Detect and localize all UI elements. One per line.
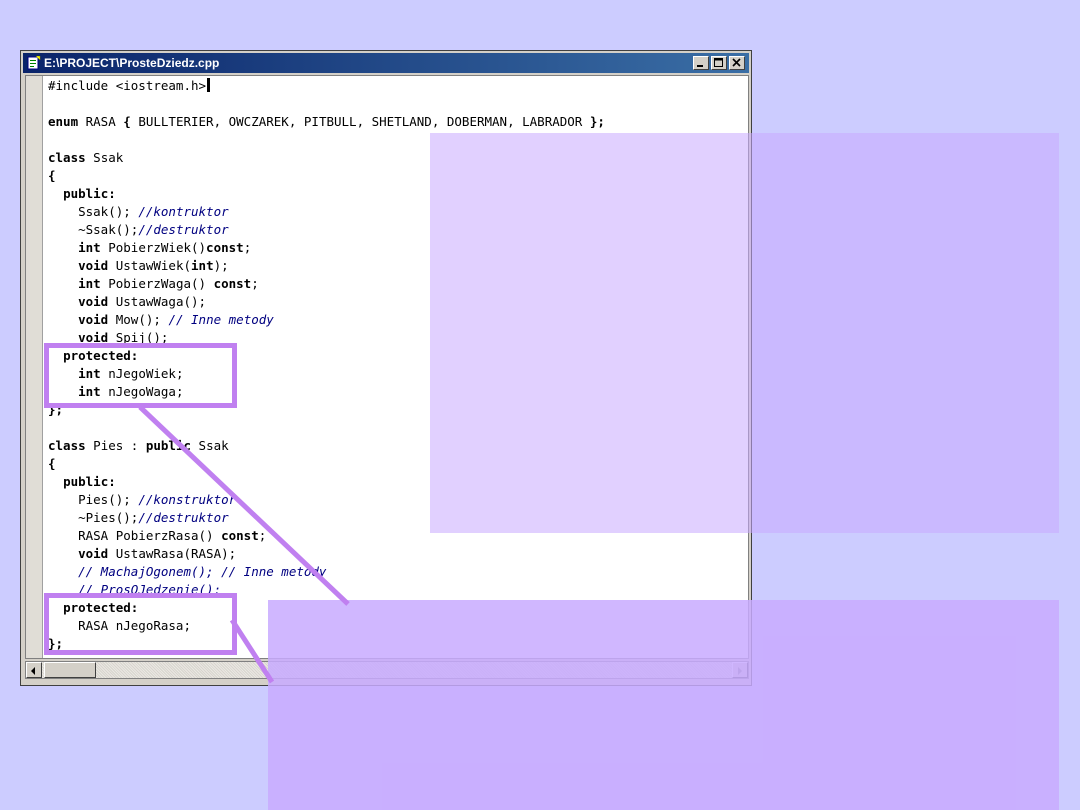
- connector-line-bottom: [229, 618, 275, 684]
- highlight-box-pies-protected: [44, 593, 237, 655]
- connector-line-top: [138, 405, 350, 606]
- highlight-box-ssak-protected: [44, 343, 237, 408]
